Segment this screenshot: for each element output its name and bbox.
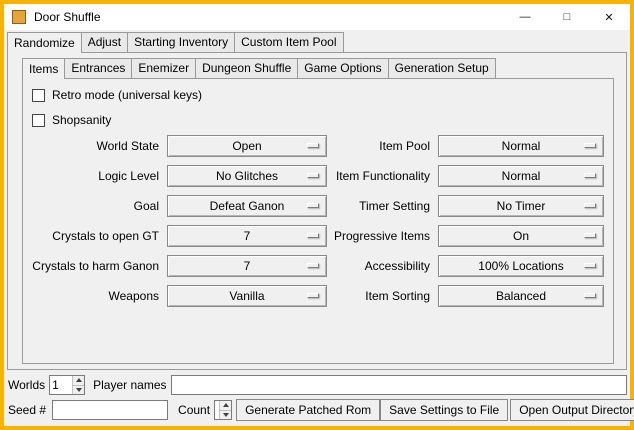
player-names-input[interactable] <box>171 375 628 395</box>
randomize-pane: Items Entrances Enemizer Dungeon Shuffle… <box>7 52 627 370</box>
tab-adjust[interactable]: Adjust <box>81 32 128 52</box>
open-output-directory-button[interactable]: Open Output Directory <box>510 399 634 421</box>
form-row: Crystals to open GT 7 Progressive Items … <box>23 225 613 247</box>
accessibility-label: Accessibility <box>278 255 430 277</box>
worlds-input[interactable] <box>50 376 72 394</box>
arrow-up-icon <box>223 403 229 407</box>
form-row: World State Open Item Pool Normal <box>23 135 613 157</box>
maximize-button[interactable]: □ <box>546 4 588 30</box>
worlds-spinbox[interactable] <box>49 375 85 395</box>
window-controls: — □ ✕ <box>504 4 630 30</box>
spin-up-button[interactable] <box>220 401 231 410</box>
tab-starting-inventory[interactable]: Starting Inventory <box>127 32 235 52</box>
worlds-spin-arrows <box>72 376 84 394</box>
items-pane: Retro mode (universal keys) Shopsanity W… <box>22 78 614 364</box>
form-row: Goal Defeat Ganon Timer Setting No Timer <box>23 195 613 217</box>
tab-entrances[interactable]: Entrances <box>64 58 132 78</box>
window: Door Shuffle — □ ✕ Randomize Adjust Star… <box>0 0 634 430</box>
titlebar: Door Shuffle — □ ✕ <box>4 4 630 30</box>
logic-level-label: Logic Level <box>23 165 159 187</box>
weapons-label: Weapons <box>23 285 159 307</box>
world-state-label: World State <box>23 135 159 157</box>
tab-generation-setup[interactable]: Generation Setup <box>388 58 496 78</box>
tab-items[interactable]: Items <box>22 58 65 79</box>
dropdown-indicator-icon <box>584 143 596 148</box>
timer-setting-value: No Timer <box>497 196 546 216</box>
minimize-button[interactable]: — <box>504 4 546 30</box>
tab-randomize[interactable]: Randomize <box>7 32 82 53</box>
item-pool-value: Normal <box>502 136 541 156</box>
dropdown-indicator-icon <box>584 173 596 178</box>
item-pool-label: Item Pool <box>278 135 430 157</box>
count-label: Count <box>178 403 210 417</box>
crystals-ganon-label: Crystals to harm Ganon <box>23 255 159 277</box>
worlds-row: Worlds Player names <box>8 374 627 396</box>
count-spinbox[interactable] <box>214 400 232 420</box>
dropdown-indicator-icon <box>584 263 596 268</box>
progressive-items-value: On <box>513 226 529 246</box>
goal-label: Goal <box>23 195 159 217</box>
timer-setting-label: Timer Setting <box>278 195 430 217</box>
dropdown-indicator-icon <box>584 293 596 298</box>
item-functionality-dropdown[interactable]: Normal <box>438 165 604 187</box>
player-names-label: Player names <box>93 378 166 392</box>
retro-mode-row: Retro mode (universal keys) <box>32 87 202 103</box>
close-icon: ✕ <box>604 11 613 24</box>
minimize-icon: — <box>520 11 531 23</box>
tab-dungeon-shuffle[interactable]: Dungeon Shuffle <box>195 58 298 78</box>
arrow-down-icon <box>223 413 229 417</box>
window-body: Randomize Adjust Starting Inventory Cust… <box>4 30 630 426</box>
generate-patched-rom-button[interactable]: Generate Patched Rom <box>236 399 380 421</box>
spin-down-button[interactable] <box>73 385 84 395</box>
progressive-items-dropdown[interactable]: On <box>438 225 604 247</box>
goal-value: Defeat Ganon <box>210 196 285 216</box>
tab-enemizer[interactable]: Enemizer <box>131 58 196 78</box>
close-button[interactable]: ✕ <box>588 4 630 30</box>
spin-up-button[interactable] <box>73 376 84 385</box>
item-sorting-dropdown[interactable]: Balanced <box>438 285 604 307</box>
shopsanity-checkbox[interactable] <box>32 114 45 127</box>
tab-custom-item-pool[interactable]: Custom Item Pool <box>234 32 343 52</box>
window-title: Door Shuffle <box>34 10 101 24</box>
crystals-ganon-value: 7 <box>244 256 251 276</box>
worlds-label: Worlds <box>8 378 45 392</box>
item-pool-dropdown[interactable]: Normal <box>438 135 604 157</box>
arrow-down-icon <box>76 388 82 392</box>
accessibility-value: 100% Locations <box>478 256 563 276</box>
seed-row: Seed # Count Generate Patched Rom Save S… <box>8 399 627 421</box>
item-sorting-label: Item Sorting <box>278 285 430 307</box>
form-row: Weapons Vanilla Item Sorting Balanced <box>23 285 613 307</box>
inner-tab-bar: Items Entrances Enemizer Dungeon Shuffle… <box>22 58 495 78</box>
world-state-value: Open <box>232 136 261 156</box>
seed-input[interactable] <box>52 400 168 420</box>
accessibility-dropdown[interactable]: 100% Locations <box>438 255 604 277</box>
weapons-value: Vanilla <box>229 286 264 306</box>
form-row: Crystals to harm Ganon 7 Accessibility 1… <box>23 255 613 277</box>
logic-level-value: No Glitches <box>216 166 278 186</box>
arrow-up-icon <box>76 378 82 382</box>
seed-label: Seed # <box>8 403 46 417</box>
app-icon <box>12 10 26 24</box>
dropdown-indicator-icon <box>584 203 596 208</box>
count-spin-arrows <box>219 401 231 419</box>
save-settings-button[interactable]: Save Settings to File <box>380 399 508 421</box>
item-sorting-value: Balanced <box>496 286 546 306</box>
crystals-gt-value: 7 <box>244 226 251 246</box>
shopsanity-label: Shopsanity <box>52 113 111 127</box>
outer-tab-bar: Randomize Adjust Starting Inventory Cust… <box>7 32 343 52</box>
form-row: Logic Level No Glitches Item Functionali… <box>23 165 613 187</box>
retro-mode-label: Retro mode (universal keys) <box>52 88 202 102</box>
maximize-icon: □ <box>564 11 571 23</box>
crystals-gt-label: Crystals to open GT <box>23 225 159 247</box>
retro-mode-checkbox[interactable] <box>32 89 45 102</box>
dropdown-indicator-icon <box>584 233 596 238</box>
shopsanity-row: Shopsanity <box>32 112 111 128</box>
item-functionality-label: Item Functionality <box>278 165 430 187</box>
timer-setting-dropdown[interactable]: No Timer <box>438 195 604 217</box>
item-functionality-value: Normal <box>502 166 541 186</box>
progressive-items-label: Progressive Items <box>278 225 430 247</box>
spin-down-button[interactable] <box>220 410 231 420</box>
tab-game-options[interactable]: Game Options <box>297 58 388 78</box>
